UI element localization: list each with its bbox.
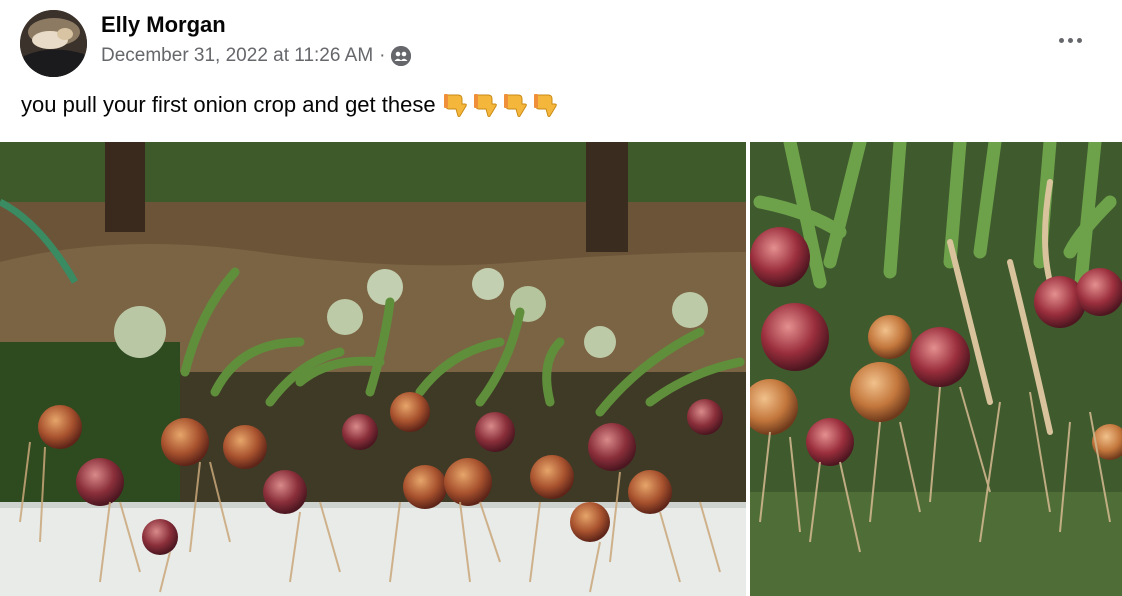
onion-harvest-photo-wide[interactable] bbox=[0, 142, 746, 596]
post-meta: December 31, 2022 at 11:26 AM · bbox=[101, 45, 412, 67]
more-horizontal-icon-dot bbox=[1076, 37, 1082, 43]
caption-text: you pull your first onion crop and get t… bbox=[21, 92, 436, 117]
backhand-index-pointing-down-icon bbox=[503, 92, 528, 118]
meta-separator: · bbox=[379, 45, 386, 66]
post-timestamp[interactable]: December 31, 2022 at 11:26 AM bbox=[101, 45, 373, 67]
more-horizontal-icon bbox=[1058, 37, 1064, 43]
facebook-post: Elly Morgan December 31, 2022 at 11:26 A… bbox=[0, 0, 1122, 596]
backhand-index-pointing-down-icon bbox=[533, 92, 558, 118]
more-options-button[interactable] bbox=[1048, 25, 1092, 55]
post-caption: you pull your first onion crop and get t… bbox=[21, 92, 564, 118]
avatar[interactable] bbox=[20, 10, 87, 77]
backhand-index-pointing-down-icon bbox=[473, 92, 498, 118]
onion-harvest-photo-closeup[interactable] bbox=[750, 142, 1122, 596]
friends-icon[interactable] bbox=[391, 46, 412, 66]
more-horizontal-icon-dot bbox=[1067, 37, 1073, 43]
caption-emojis bbox=[443, 92, 564, 118]
post-header: Elly Morgan December 31, 2022 at 11:26 A… bbox=[0, 0, 1122, 84]
author-name[interactable]: Elly Morgan bbox=[101, 12, 226, 38]
backhand-index-pointing-down-icon bbox=[443, 92, 468, 118]
